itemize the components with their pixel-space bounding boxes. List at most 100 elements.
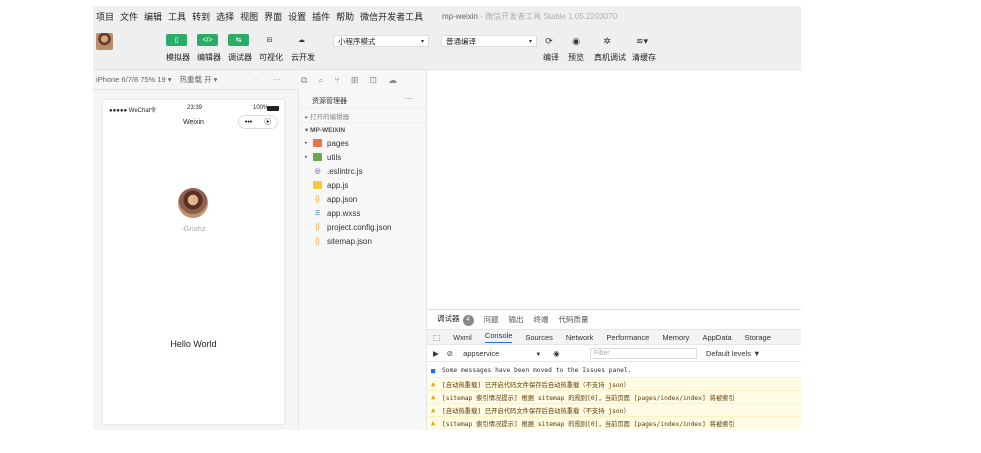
cloud-icon: ☁ xyxy=(298,37,305,44)
files-tab-icon[interactable]: ⧉ xyxy=(301,75,307,86)
menu-item-plugins[interactable]: 插件 xyxy=(312,10,330,23)
tab-performance[interactable]: Performance xyxy=(606,333,649,342)
chevron-down-icon: ▾ xyxy=(528,38,532,45)
refresh-icon[interactable]: ⟳ xyxy=(543,35,555,47)
project-section[interactable]: ▾ MP-WEIXIN xyxy=(299,122,427,136)
tab-debugger[interactable]: 调试器 4 xyxy=(437,313,474,326)
tab-appdata[interactable]: AppData xyxy=(702,333,731,342)
tab-console[interactable]: Console xyxy=(484,331,513,343)
more-icon[interactable]: ··· xyxy=(273,75,281,84)
chevron-down-icon: ▾ xyxy=(420,38,424,45)
menu-item-interface[interactable]: 界面 xyxy=(264,10,282,23)
filter-input[interactable]: Filter xyxy=(590,348,697,359)
close-icon[interactable]: ⦿ xyxy=(264,117,271,127)
tab-output[interactable]: 输出 xyxy=(509,314,524,325)
tree-item-pages[interactable]: ▸ pages xyxy=(305,136,349,150)
device-bar: iPhone 6/7/8 75% 19 ▾ 热重载 开 ▾ ◌ ··· xyxy=(93,70,299,90)
editor-toggle-button[interactable]: </> xyxy=(197,34,218,46)
phone-screen[interactable]: ●●●●● WeChat令 23:39 100% Weixin ••• ⦿ -G… xyxy=(103,100,284,424)
debugger-label: 调试器 xyxy=(228,53,252,62)
rotate-icon[interactable]: ◌ xyxy=(254,75,259,84)
tree-item-label: app.wxss xyxy=(327,208,361,218)
preview-button[interactable]: 预览 xyxy=(568,52,584,63)
tab-sources[interactable]: Sources xyxy=(525,333,553,342)
tree-item-label: app.js xyxy=(327,180,349,190)
chevron-right-icon: ▸ xyxy=(305,154,308,160)
clear-cache-button[interactable]: 清缓存 xyxy=(632,52,656,63)
window-title: mp-weixin - 微信开发者工具 Stable 1.05.2203070 xyxy=(442,11,617,22)
sidebar-toggle-icon[interactable]: ▶ xyxy=(433,349,439,358)
eye-icon[interactable]: ◉ xyxy=(570,35,582,47)
console-message: ▲ [自动热重载] 已开启代码文件保存后自动热重载（不支持 json） xyxy=(427,377,801,390)
tab-problems[interactable]: 问题 xyxy=(484,314,499,325)
search-icon[interactable]: ⌕ xyxy=(318,75,323,86)
tree-item-app-wxss[interactable]: Ⲷ app.wxss xyxy=(313,206,360,220)
tree-item-label: project.config.json xyxy=(327,222,392,232)
tree-item-label: utils xyxy=(327,152,342,162)
tab-network[interactable]: Network xyxy=(566,333,594,342)
tree-item-utils[interactable]: ▸ utils xyxy=(305,150,341,164)
compile-button[interactable]: 编译 xyxy=(543,52,559,63)
eye-icon[interactable]: ◉ xyxy=(553,349,560,358)
explorer-more-icon[interactable]: ··· xyxy=(405,94,413,103)
folder-icon xyxy=(313,139,322,147)
tree-item-eslintrc[interactable]: ◎ .eslintrc.js xyxy=(313,164,362,178)
tree-item-app-json[interactable]: {} app.json xyxy=(313,192,357,206)
menu-item-settings[interactable]: 设置 xyxy=(288,10,306,23)
layers-icon[interactable]: ≋▾ xyxy=(633,35,651,47)
tab-terminal[interactable]: 终端 xyxy=(534,314,549,325)
css-file-icon: Ⲷ xyxy=(315,209,320,217)
inspect-icon[interactable]: ⬚ xyxy=(433,333,440,342)
tab-memory[interactable]: Memory xyxy=(662,333,689,342)
clear-console-icon[interactable]: ⊘ xyxy=(447,349,453,358)
bug-icon[interactable]: ✲ xyxy=(601,35,613,47)
extensions-icon[interactable]: ⊞ xyxy=(351,75,359,86)
menu-item-edit[interactable]: 编辑 xyxy=(144,10,162,23)
explorer-title: 资源管理器 xyxy=(312,98,347,105)
cloud-sync-icon[interactable]: ☁ xyxy=(388,75,397,86)
menu-capsule[interactable]: ••• ⦿ xyxy=(238,115,278,129)
levels-select[interactable]: Default levels ▼ xyxy=(706,349,761,358)
avatar[interactable] xyxy=(178,188,208,218)
activity-bar: ⧉ ⌕ ⑂ ⊞ ⊡ ☁ xyxy=(299,70,427,90)
menu-item-help[interactable]: 帮助 xyxy=(336,10,354,23)
menu-item-selection[interactable]: 选择 xyxy=(216,10,234,23)
context-select[interactable]: appservice ▼ xyxy=(463,349,543,358)
visual-toggle-button[interactable]: ⊟ xyxy=(259,34,280,46)
tab-code-quality[interactable]: 代码质量 xyxy=(559,314,589,325)
tab-storage[interactable]: Storage xyxy=(745,333,771,342)
tab-wxml[interactable]: Wxml xyxy=(453,333,472,342)
file-explorer: ⧉ ⌕ ⑂ ⊞ ⊡ ☁ 资源管理器 ··· ▸ 打开的编辑器 ▾ MP-WEIX… xyxy=(299,70,427,430)
device-bar-icons: ◌ ··· xyxy=(254,75,281,84)
tree-item-app-js[interactable]: app.js xyxy=(313,178,348,192)
simulator-toggle-button[interactable]: ▯ xyxy=(166,34,187,46)
carrier-label: ●●●●● WeChat令 xyxy=(109,108,157,114)
user-avatar-icon[interactable] xyxy=(96,33,113,50)
menu-item-view[interactable]: 视图 xyxy=(240,10,258,23)
project-name: mp-weixin xyxy=(442,12,479,21)
tree-item-sitemap[interactable]: {} sitemap.json xyxy=(313,234,372,248)
console-message: ▲ [sitemap 索引情况提示] 根据 sitemap 的规则[0]，当前页… xyxy=(427,416,801,429)
debug-panel-icon[interactable]: ⊡ xyxy=(369,75,377,86)
tree-item-label: app.json xyxy=(327,194,358,204)
debugger-toggle-button[interactable]: ⇆ xyxy=(228,34,249,46)
menu-item-file[interactable]: 文件 xyxy=(120,10,138,23)
git-branch-icon[interactable]: ⑂ xyxy=(334,75,339,86)
menu-item-devtools[interactable]: 微信开发者工具 xyxy=(360,10,423,23)
status-time: 23:39 xyxy=(187,105,203,111)
more-icon[interactable]: ••• xyxy=(245,119,252,126)
hot-reload-select[interactable]: 热重载 开 ▾ xyxy=(180,74,218,85)
device-select[interactable]: iPhone 6/7/8 75% 19 ▾ xyxy=(96,75,172,84)
menu-item-project[interactable]: 项目 xyxy=(96,10,114,23)
menu-item-goto[interactable]: 转到 xyxy=(192,10,210,23)
mode-select[interactable]: 小程序模式 ▾ xyxy=(333,35,429,47)
tree-item-project-config[interactable]: {} project.config.json xyxy=(313,220,391,234)
compile-select[interactable]: 普通编译 ▾ xyxy=(441,35,537,47)
console-message: ▲ [自动热重载] 已开启代码文件保存后自动热重载（不支持 json） xyxy=(427,403,801,416)
menu-item-tools[interactable]: 工具 xyxy=(168,10,186,23)
editor-area[interactable] xyxy=(427,70,801,310)
menu-bar: 项目 文件 编辑 工具 转到 选择 视图 界面 设置 插件 帮助 微信开发者工具… xyxy=(93,6,801,26)
open-editors-section[interactable]: ▸ 打开的编辑器 xyxy=(299,108,427,122)
cloud-button[interactable]: ☁ xyxy=(291,34,312,46)
remote-debug-button[interactable]: 真机调试 xyxy=(594,52,626,63)
